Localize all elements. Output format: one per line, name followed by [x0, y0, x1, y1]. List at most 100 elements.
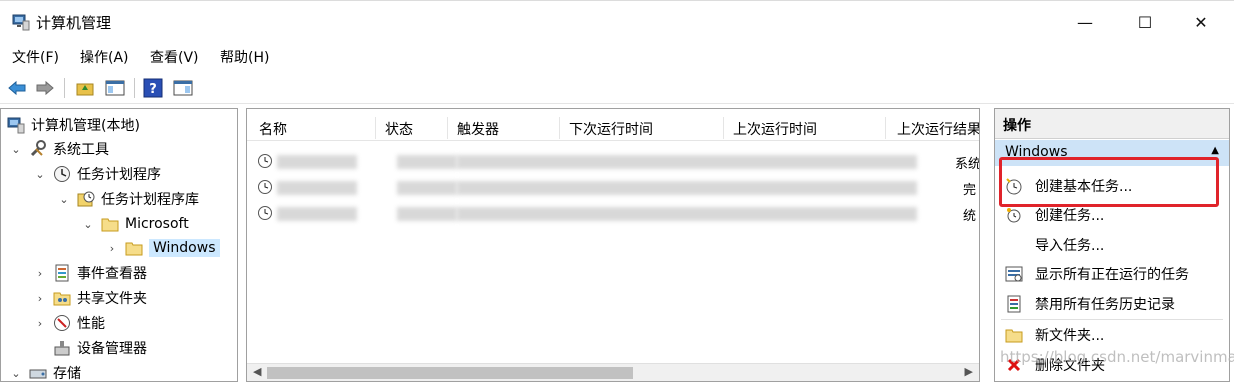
- tree-item-label: 计算机管理(本地): [31, 118, 140, 134]
- maximize-button[interactable]: ☐: [1122, 1, 1168, 43]
- up-folder-icon[interactable]: [74, 77, 96, 99]
- table-row[interactable]: 统: [247, 201, 979, 227]
- actions-pane: 操作 Windows ▲ 创建基本任务... 创建任务... 导入任务... 显…: [994, 108, 1230, 382]
- chevron-right-icon[interactable]: ›: [33, 317, 47, 330]
- action-show-running-tasks[interactable]: 显示所有正在运行的任务: [995, 261, 1229, 287]
- tools-icon: [29, 140, 47, 158]
- table-header: 名称 状态 触发器 下次运行时间 上次运行时间 上次运行结果: [247, 115, 979, 141]
- toolbar: ?: [0, 72, 1234, 104]
- scrollbar-thumb[interactable]: [267, 367, 633, 379]
- clock-icon: [53, 165, 71, 183]
- action-new-folder[interactable]: 新文件夹...: [995, 322, 1229, 348]
- action-label: 新文件夹...: [1035, 328, 1105, 344]
- chevron-right-icon[interactable]: ›: [105, 242, 119, 255]
- tree-item-microsoft[interactable]: ⌄ Microsoft: [81, 212, 189, 236]
- show-hide-tree-icon[interactable]: [104, 77, 126, 99]
- blank-icon: [1005, 236, 1023, 254]
- menu-view[interactable]: 查看(V): [150, 47, 199, 67]
- horizontal-scrollbar[interactable]: ◀ ▶: [247, 363, 979, 381]
- chevron-right-icon[interactable]: ›: [33, 292, 47, 305]
- actions-divider: [1001, 319, 1223, 320]
- scroll-right-icon[interactable]: ▶: [965, 365, 973, 378]
- chevron-right-icon[interactable]: ›: [33, 267, 47, 280]
- action-disable-history[interactable]: 禁用所有任务历史记录: [995, 291, 1229, 317]
- highlight-annotation: [999, 157, 1219, 207]
- help-icon[interactable]: ?: [142, 77, 164, 99]
- device-manager-icon: [53, 339, 71, 357]
- column-header-name[interactable]: 名称: [259, 119, 287, 139]
- redacted-cell: [397, 155, 457, 169]
- tree-item-label: Microsoft: [125, 216, 189, 232]
- tree-item-windows[interactable]: › Windows: [105, 236, 220, 260]
- tree-item-label: 存储: [53, 366, 81, 382]
- tree-item-performance[interactable]: › 性能: [33, 311, 105, 335]
- task-clock-icon: [257, 179, 273, 199]
- column-divider[interactable]: [559, 117, 560, 139]
- tree-item-label: 事件查看器: [77, 266, 147, 282]
- svg-text:?: ?: [149, 82, 157, 97]
- chevron-down-icon[interactable]: ⌄: [9, 367, 23, 380]
- last-result-partial: 完: [963, 183, 977, 198]
- redacted-cell: [277, 207, 357, 221]
- folder-icon: [125, 239, 143, 257]
- title-bar: 计算机管理 — ☐ ✕: [0, 0, 1234, 42]
- actions-header: 操作: [995, 109, 1229, 139]
- tree-item-task-scheduler[interactable]: ⌄ 任务计划程序: [33, 162, 161, 186]
- tree-item-system-tools[interactable]: ⌄ 系统工具: [9, 137, 109, 161]
- task-clock-icon: [257, 205, 273, 225]
- task-clock-icon: [257, 153, 273, 173]
- watermark: https://blog.csdn.net/marvinmao: [1000, 348, 1234, 366]
- tree-item-event-viewer[interactable]: › 事件查看器: [33, 261, 147, 285]
- chevron-down-icon[interactable]: ⌄: [81, 218, 95, 231]
- close-button[interactable]: ✕: [1178, 1, 1224, 43]
- column-header-trigger[interactable]: 触发器: [457, 119, 499, 139]
- storage-icon: [29, 364, 47, 381]
- column-divider[interactable]: [723, 117, 724, 139]
- window-title: 计算机管理: [36, 14, 112, 32]
- history-icon: [1005, 295, 1023, 313]
- redacted-cell: [397, 181, 457, 195]
- task-library-icon: [77, 190, 95, 208]
- minimize-button[interactable]: —: [1062, 1, 1108, 43]
- menu-help[interactable]: 帮助(H): [220, 47, 269, 67]
- tree-item-storage[interactable]: ⌄ 存储: [9, 361, 81, 382]
- column-divider[interactable]: [447, 117, 448, 139]
- computer-management-icon: [7, 116, 25, 134]
- tree-item-label: 任务计划程序: [77, 167, 161, 183]
- menu-file[interactable]: 文件(F): [12, 47, 59, 67]
- chevron-down-icon[interactable]: ⌄: [57, 193, 71, 206]
- event-viewer-icon: [53, 264, 71, 282]
- column-header-last-result[interactable]: 上次运行结果: [897, 119, 979, 139]
- column-header-last-run[interactable]: 上次运行时间: [733, 119, 817, 139]
- scroll-left-icon[interactable]: ◀: [253, 365, 261, 378]
- forward-arrow-icon[interactable]: [34, 77, 56, 99]
- redacted-cell: [457, 207, 917, 221]
- table-row[interactable]: 系统: [247, 149, 979, 175]
- column-header-next-run[interactable]: 下次运行时间: [569, 119, 653, 139]
- menu-action[interactable]: 操作(A): [80, 47, 129, 67]
- action-label: 创建任务...: [1035, 208, 1105, 224]
- performance-icon: [53, 314, 71, 332]
- column-divider[interactable]: [375, 117, 376, 139]
- tree-item-device-manager[interactable]: 设备管理器: [53, 336, 147, 360]
- show-action-pane-icon[interactable]: [172, 77, 194, 99]
- column-divider[interactable]: [885, 117, 886, 139]
- tree-item-shared-folders[interactable]: › 共享文件夹: [33, 286, 147, 310]
- toolbar-separator: [64, 78, 65, 98]
- column-header-status[interactable]: 状态: [385, 119, 413, 139]
- tree-item-label: 共享文件夹: [77, 291, 147, 307]
- tree-item-task-library[interactable]: ⌄ 任务计划程序库: [57, 187, 199, 211]
- last-result-partial: 统: [963, 209, 977, 224]
- action-import-task[interactable]: 导入任务...: [995, 232, 1229, 258]
- chevron-down-icon[interactable]: ⌄: [9, 143, 23, 156]
- redacted-cell: [457, 181, 917, 195]
- tree-item-computer-management[interactable]: 计算机管理(本地): [7, 113, 140, 137]
- redacted-cell: [457, 155, 917, 169]
- table-row[interactable]: 完: [247, 175, 979, 201]
- collapse-caret-icon[interactable]: ▲: [1211, 145, 1219, 156]
- action-label: 导入任务...: [1035, 238, 1105, 254]
- chevron-down-icon[interactable]: ⌄: [33, 168, 47, 181]
- folder-icon: [101, 215, 119, 233]
- action-label: 禁用所有任务历史记录: [1035, 297, 1175, 313]
- back-arrow-icon[interactable]: [6, 77, 28, 99]
